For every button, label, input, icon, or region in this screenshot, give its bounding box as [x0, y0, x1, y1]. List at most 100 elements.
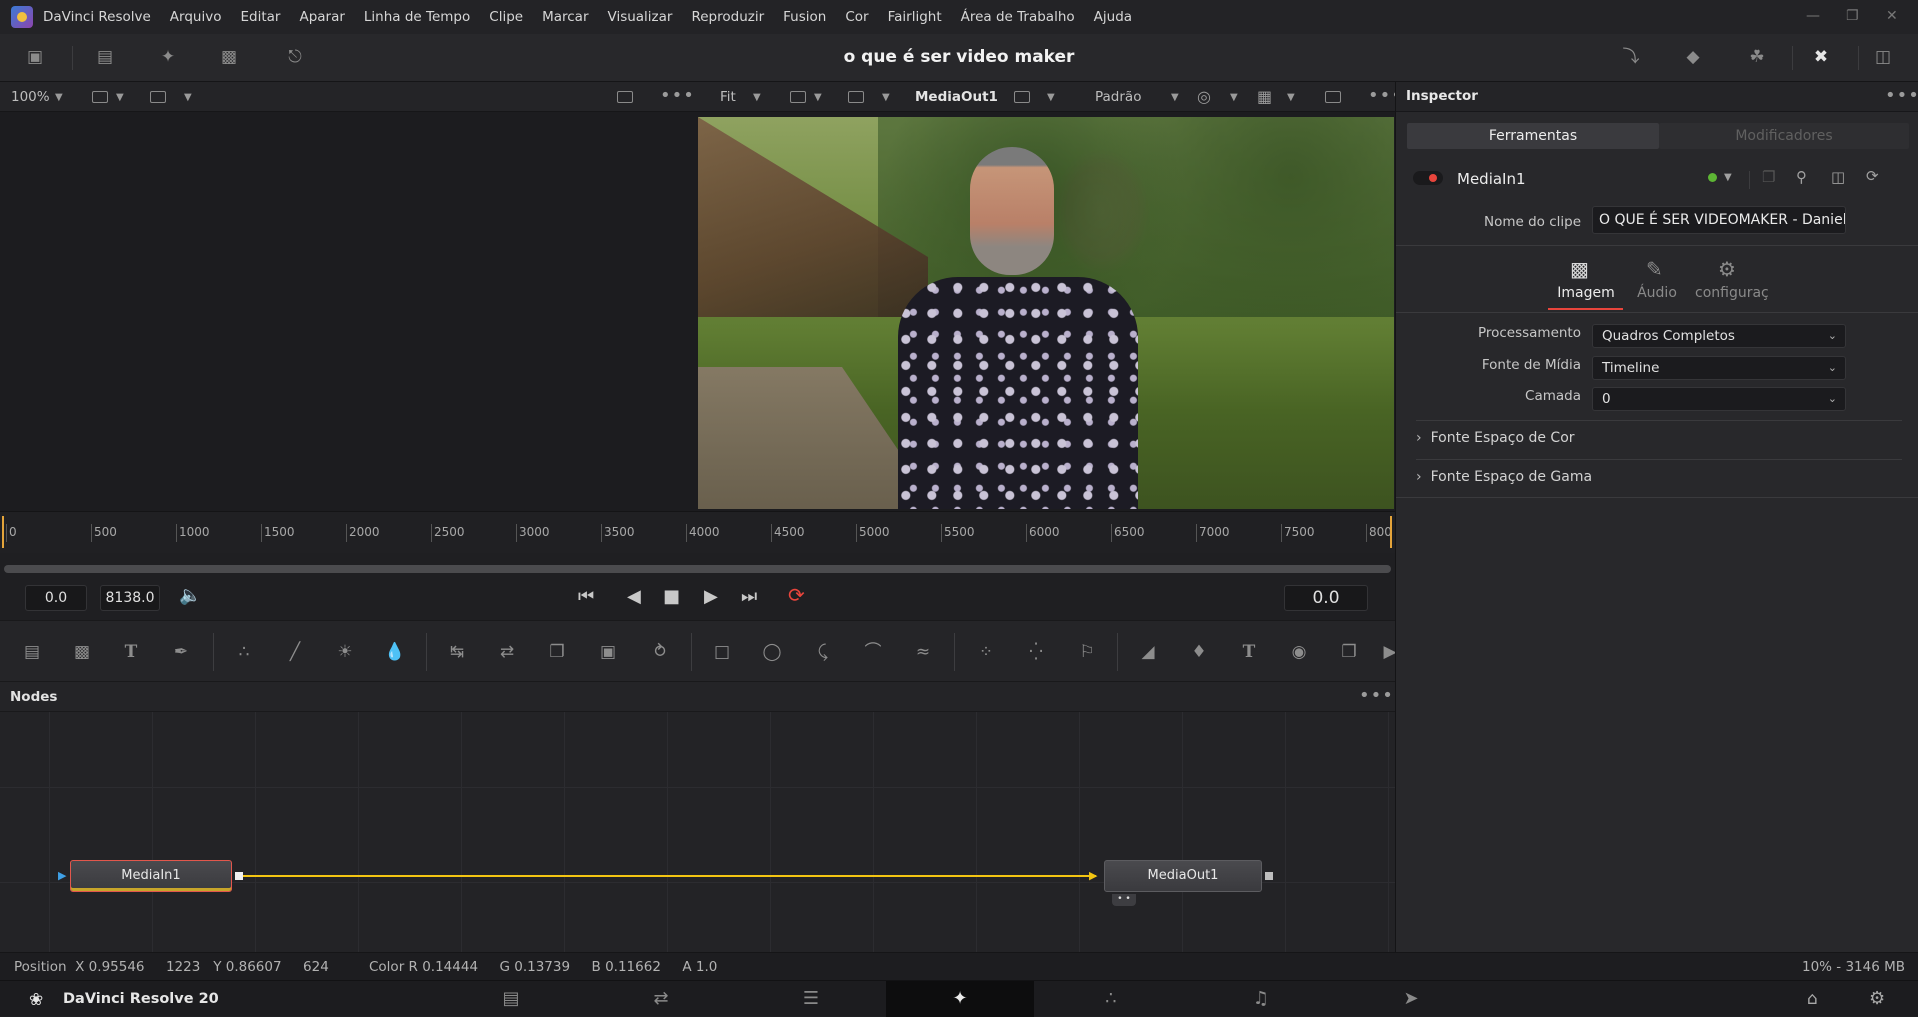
menu-clipe[interactable]: Clipe: [489, 9, 523, 25]
pin-icon[interactable]: ⚲: [1796, 168, 1807, 186]
channel-booleans-icon[interactable]: ⇄: [495, 641, 519, 663]
mask-icon[interactable]: ▣: [596, 641, 620, 663]
loader-icon[interactable]: ▩: [70, 641, 94, 663]
play-reverse-icon[interactable]: ◀: [627, 586, 641, 607]
chevron-down-icon[interactable]: ▼: [55, 92, 63, 103]
scrub-bar[interactable]: [4, 565, 1391, 573]
merge-icon[interactable]: ↹: [445, 641, 469, 663]
close-icon[interactable]: ✕: [1886, 8, 1898, 24]
page-deliver-icon[interactable]: ➤: [1351, 981, 1471, 1017]
gear-icon[interactable]: ⚙: [1869, 988, 1885, 1009]
channel-icon[interactable]: [790, 91, 806, 103]
output-port[interactable]: [1265, 872, 1273, 880]
menu-ajuda[interactable]: Ajuda: [1094, 9, 1132, 25]
stop-icon[interactable]: ■: [663, 586, 680, 607]
transform-icon[interactable]: ⥁: [648, 641, 672, 663]
roi-icon[interactable]: [848, 91, 864, 103]
text3d-icon[interactable]: T: [1237, 641, 1261, 663]
page-edit-icon[interactable]: ☰: [751, 981, 871, 1017]
page-media-icon[interactable]: ▤: [451, 981, 571, 1017]
subtab-imagem[interactable]: Imagem: [1557, 285, 1615, 301]
reset-icon[interactable]: ⟳: [1866, 167, 1879, 185]
chevron-down-icon[interactable]: ▼: [1047, 92, 1055, 103]
polygon-mask-icon[interactable]: ⤹: [811, 641, 835, 663]
fit-value[interactable]: Fit: [720, 89, 736, 105]
davinci-app-icon[interactable]: [11, 6, 33, 28]
p-emitter-icon[interactable]: ⁘: [974, 641, 998, 663]
media-in-node[interactable]: MediaIn1: [70, 860, 232, 892]
view-mode-value[interactable]: Padrão: [1095, 89, 1141, 105]
chevron-down-icon[interactable]: ▼: [814, 92, 822, 103]
more-options-icon[interactable]: •••: [1885, 85, 1918, 106]
ellipse-mask-icon[interactable]: ◯: [760, 641, 784, 663]
tab-ferramentas[interactable]: Ferramentas: [1407, 123, 1659, 149]
more-options-icon[interactable]: •••: [660, 85, 695, 106]
menu-aparar[interactable]: Aparar: [299, 9, 344, 25]
go-to-start-icon[interactable]: ⏮: [578, 586, 594, 607]
loop-icon[interactable]: ⟳: [788, 583, 805, 607]
page-fusion-icon[interactable]: ✦: [886, 981, 1034, 1017]
camada-select[interactable]: 0 ⌄: [1592, 387, 1846, 411]
end-time-field[interactable]: 8138.0: [100, 585, 160, 611]
left-viewer[interactable]: [0, 112, 697, 511]
menu-arquivo[interactable]: Arquivo: [170, 9, 222, 25]
page-cut-icon[interactable]: ⇄: [601, 981, 721, 1017]
current-time-field[interactable]: 0.0: [1284, 585, 1368, 611]
chevron-down-icon[interactable]: ▼: [116, 92, 124, 103]
chevron-down-icon[interactable]: ▼: [184, 92, 192, 103]
page-fairlight-icon[interactable]: ♫: [1201, 981, 1321, 1017]
processamento-select[interactable]: Quadros Completos ⌄: [1592, 324, 1846, 348]
brightness-icon[interactable]: ☀: [333, 641, 357, 663]
settings-icon[interactable]: ⚙: [1718, 257, 1736, 281]
play-icon[interactable]: ▶: [704, 586, 718, 607]
menu-reproduzir[interactable]: Reproduzir: [691, 9, 764, 25]
channel-icon[interactable]: [92, 91, 108, 103]
viewer-layout-icon[interactable]: [1325, 91, 1341, 103]
image-icon[interactable]: ▩: [1570, 257, 1589, 281]
viewer-layout-icon[interactable]: [617, 91, 633, 103]
menu-visualizar[interactable]: Visualizar: [608, 9, 673, 25]
shape3d-icon[interactable]: ◢: [1136, 641, 1160, 663]
bspline-mask-icon[interactable]: ⌒: [861, 641, 885, 663]
menu-fusion[interactable]: Fusion: [783, 9, 826, 25]
menu-app-name[interactable]: DaVinci Resolve: [43, 9, 151, 25]
subtab-configuracoes[interactable]: configuraçõe: [1695, 285, 1769, 301]
out-marker[interactable]: [1390, 516, 1392, 548]
timeline-ruler[interactable]: 0 500 1000 1500 2000 2500 3000 3500 4000…: [0, 511, 1395, 553]
right-viewer[interactable]: [697, 112, 1395, 511]
color-curves-icon[interactable]: ╱: [283, 641, 307, 663]
chevron-down-icon[interactable]: ▼: [882, 92, 890, 103]
menu-linha-de-tempo[interactable]: Linha de Tempo: [364, 9, 470, 25]
left-zoom-value[interactable]: 100%: [11, 89, 50, 105]
background-icon[interactable]: ▤: [20, 641, 44, 663]
fullscreen-icon[interactable]: ◫: [1870, 46, 1896, 68]
rectangle-mask-icon[interactable]: □: [710, 641, 734, 663]
versions-icon[interactable]: ❐: [1762, 168, 1775, 186]
chevron-down-icon[interactable]: ▼: [753, 92, 761, 103]
chevron-down-icon[interactable]: ▼: [1171, 92, 1179, 103]
grid-icon[interactable]: ▦: [1257, 87, 1272, 106]
clip-name-input[interactable]: O QUE É SER VIDEOMAKER - Daniel: [1592, 206, 1846, 234]
tab-modificadores[interactable]: Modificadores: [1659, 123, 1909, 149]
camera3d-icon[interactable]: ◉: [1287, 641, 1311, 663]
particles-icon[interactable]: ∴: [232, 641, 256, 663]
fonte-de-midia-select[interactable]: Timeline ⌄: [1592, 356, 1846, 380]
tracker-icon[interactable]: ≈: [911, 641, 935, 663]
menu-fairlight[interactable]: Fairlight: [888, 9, 942, 25]
metadata-icon[interactable]: ☘: [1744, 46, 1770, 68]
section-fonte-espaco-de-cor[interactable]: › Fonte Espaço de Cor: [1416, 430, 1902, 446]
color-wheel-icon[interactable]: ◎: [1197, 87, 1211, 106]
menu-area-de-trabalho[interactable]: Área de Trabalho: [961, 9, 1075, 25]
in-marker[interactable]: [2, 516, 4, 548]
section-fonte-espaco-de-gama[interactable]: › Fonte Espaço de Gama: [1416, 469, 1902, 485]
minimize-icon[interactable]: —: [1806, 8, 1820, 24]
text-icon[interactable]: T: [119, 641, 143, 663]
renderer3d-icon[interactable]: ❐: [1337, 641, 1361, 663]
node-editor[interactable]: ▶ ▶ MediaIn1 MediaOut1 • •: [0, 712, 1395, 952]
p-kill-icon[interactable]: ⚐: [1075, 641, 1099, 663]
menu-cor[interactable]: Cor: [845, 9, 868, 25]
p-render-icon[interactable]: ⁛: [1024, 641, 1048, 663]
matte-control-icon[interactable]: ❐: [545, 641, 569, 663]
more-options-icon[interactable]: •••: [1359, 685, 1394, 706]
node-enable-toggle[interactable]: [1413, 171, 1443, 185]
